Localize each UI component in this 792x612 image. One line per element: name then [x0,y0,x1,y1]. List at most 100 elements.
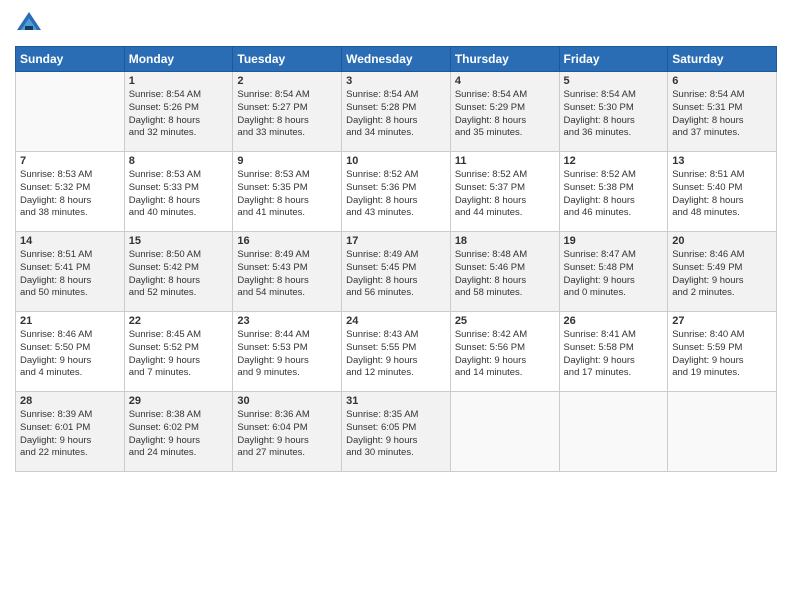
day-cell: 14Sunrise: 8:51 AMSunset: 5:41 PMDayligh… [16,232,125,312]
sunset-text: Sunset: 5:45 PM [346,262,416,273]
sunset-text: Sunset: 5:56 PM [455,342,525,353]
sunset-text: Sunset: 5:41 PM [20,262,90,273]
sunrise-text: Sunrise: 8:52 AM [346,169,418,180]
daylight-line2: and 35 minutes. [455,127,523,138]
day-number: 11 [455,155,555,167]
col-saturday: Saturday [668,47,777,72]
day-number: 26 [564,315,664,327]
day-info: Sunrise: 8:54 AMSunset: 5:26 PMDaylight:… [129,89,229,140]
sunrise-text: Sunrise: 8:42 AM [455,329,527,340]
day-info: Sunrise: 8:54 AMSunset: 5:29 PMDaylight:… [455,89,555,140]
day-cell: 7Sunrise: 8:53 AMSunset: 5:32 PMDaylight… [16,152,125,232]
daylight-line2: and 27 minutes. [237,447,305,458]
sunrise-text: Sunrise: 8:54 AM [672,89,744,100]
daylight-line1: Daylight: 9 hours [346,435,417,446]
day-info: Sunrise: 8:52 AM Sunset: 5:38 PM Daylight:… [564,169,664,220]
daylight-line2: and 19 minutes. [672,367,740,378]
day-info: Sunrise: 8:40 AMSunset: 5:59 PMDaylight:… [672,329,772,380]
day-number: 25 [455,315,555,327]
sunset-text: Sunset: 6:02 PM [129,422,199,433]
daylight-line2: and 22 minutes. [20,447,88,458]
daylight-line1: Daylight: 9 hours [20,435,91,446]
sunrise-text: Sunrise: 8:49 AM [237,249,309,260]
day-number: 28 [20,395,120,407]
col-sunday: Sunday [16,47,125,72]
daylight-line2: and 40 minutes. [129,207,197,218]
sunset-text: Sunset: 5:30 PM [564,102,634,113]
daylight-line1: Daylight: 9 hours [237,435,308,446]
day-cell [450,392,559,472]
day-number: 15 [129,235,229,247]
day-info: Sunrise: 8:35 AMSunset: 6:05 PMDaylight:… [346,409,446,460]
day-info: Sunrise: 8:54 AMSunset: 5:31 PMDaylight:… [672,89,772,140]
sunrise-text: Sunrise: 8:47 AM [564,249,636,260]
day-number: 21 [20,315,120,327]
sunrise-text: Sunrise: 8:51 AM [20,249,92,260]
header [15,10,777,38]
day-number: 8 [129,155,229,167]
sunset-text: Sunset: 5:46 PM [455,262,525,273]
daylight-line1: Daylight: 8 hours [564,195,635,206]
day-number: 17 [346,235,446,247]
day-number: 6 [672,75,772,87]
day-info: Sunrise: 8:52 AMSunset: 5:36 PMDaylight:… [346,169,446,220]
sunset-text: Sunset: 5:26 PM [129,102,199,113]
sunrise-text: Sunrise: 8:40 AM [672,329,744,340]
day-cell: 25Sunrise: 8:42 AMSunset: 5:56 PMDayligh… [450,312,559,392]
sunrise-text: Sunrise: 8:39 AM [20,409,92,420]
daylight-line2: and 9 minutes. [237,367,299,378]
day-number: 18 [455,235,555,247]
week-row-4: 21Sunrise: 8:46 AMSunset: 5:50 PMDayligh… [16,312,777,392]
day-cell: 3Sunrise: 8:54 AMSunset: 5:28 PMDaylight… [342,72,451,152]
day-info: Sunrise: 8:44 AMSunset: 5:53 PMDaylight:… [237,329,337,380]
day-cell: 9Sunrise: 8:53 AMSunset: 5:35 PMDaylight… [233,152,342,232]
daylight-line2: and 38 minutes. [20,207,88,218]
day-info: Sunrise: 8:45 AMSunset: 5:52 PMDaylight:… [129,329,229,380]
day-number: 19 [564,235,664,247]
sunrise-text: Sunrise: 8:46 AM [672,249,744,260]
daylight-line2: and 34 minutes. [346,127,414,138]
col-thursday: Thursday [450,47,559,72]
day-number: 3 [346,75,446,87]
day-info: Sunrise: 8:54 AMSunset: 5:30 PMDaylight:… [564,89,664,140]
day-cell: 20Sunrise: 8:46 AMSunset: 5:49 PMDayligh… [668,232,777,312]
day-cell [16,72,125,152]
daylight-line2: and 2 minutes. [672,287,734,298]
sunset-text: Sunset: 5:32 PM [20,182,90,193]
daylight-line1: Daylight: 8 hours [129,275,200,286]
sunset-text: Sunset: 5:49 PM [672,262,742,273]
day-info: Sunrise: 8:52 AMSunset: 5:37 PMDaylight:… [455,169,555,220]
day-cell: 26Sunrise: 8:41 AMSunset: 5:58 PMDayligh… [559,312,668,392]
day-cell: 18Sunrise: 8:48 AMSunset: 5:46 PMDayligh… [450,232,559,312]
sunrise-text: Sunrise: 8:54 AM [237,89,309,100]
daylight-line2: and 4 minutes. [20,367,82,378]
calendar-table: Sunday Monday Tuesday Wednesday Thursday… [15,46,777,472]
daylight-line2: and 44 minutes. [455,207,523,218]
sunrise-text: Sunrise: 8:46 AM [20,329,92,340]
day-info: Sunrise: 8:49 AMSunset: 5:45 PMDaylight:… [346,249,446,300]
sunrise-text: Sunrise: 8:52 AM [564,169,636,180]
day-info: Sunrise: 8:38 AMSunset: 6:02 PMDaylight:… [129,409,229,460]
sunset-text: Sunset: 5:55 PM [346,342,416,353]
day-number: 5 [564,75,664,87]
day-cell: 30Sunrise: 8:36 AMSunset: 6:04 PMDayligh… [233,392,342,472]
sunrise-text: Sunrise: 8:45 AM [129,329,201,340]
day-cell: 22Sunrise: 8:45 AMSunset: 5:52 PMDayligh… [124,312,233,392]
day-number: 12 [564,155,664,167]
day-number: 20 [672,235,772,247]
sunset-text: Sunset: 5:52 PM [129,342,199,353]
sunset-text: Sunset: 5:33 PM [129,182,199,193]
sunset-text: Sunset: 5:59 PM [672,342,742,353]
col-friday: Friday [559,47,668,72]
day-number: 14 [20,235,120,247]
day-number: 31 [346,395,446,407]
day-info: Sunrise: 8:51 AMSunset: 5:40 PMDaylight:… [672,169,772,220]
sunset-text: Sunset: 5:29 PM [455,102,525,113]
day-info: Sunrise: 8:46 AMSunset: 5:49 PMDaylight:… [672,249,772,300]
sunset-text: Sunset: 5:43 PM [237,262,307,273]
daylight-line1: Daylight: 9 hours [346,355,417,366]
sunset-text: Sunset: 5:38 PM [564,182,634,193]
week-row-5: 28Sunrise: 8:39 AMSunset: 6:01 PMDayligh… [16,392,777,472]
daylight-line1: Daylight: 9 hours [564,355,635,366]
day-cell: 23Sunrise: 8:44 AMSunset: 5:53 PMDayligh… [233,312,342,392]
